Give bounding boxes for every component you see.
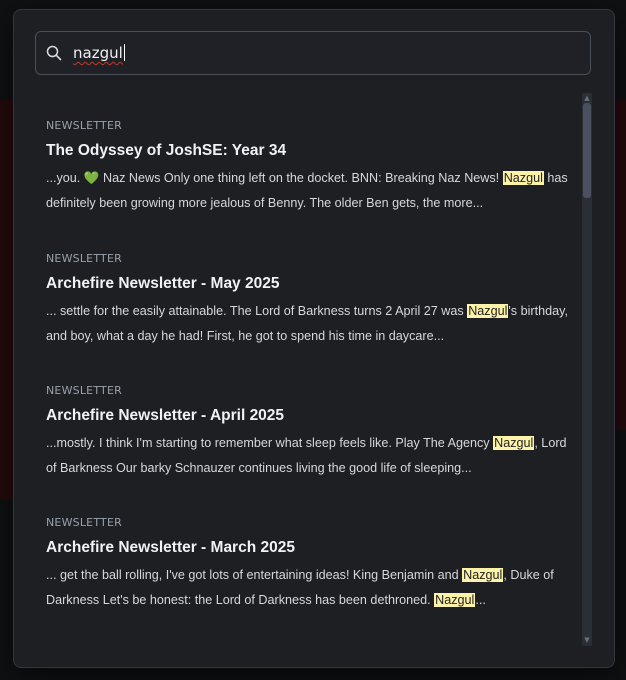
result-type-label: NEWSLETTER (46, 384, 122, 397)
search-box[interactable]: nazgul (35, 31, 591, 75)
scrollbar-thumb[interactable] (583, 103, 591, 198)
result-title[interactable]: The Odyssey of JoshSE: Year 34 (46, 142, 576, 160)
result-type-label: NEWSLETTER (46, 119, 122, 132)
result-snippet: ...mostly. I think I'm starting to remem… (46, 436, 567, 475)
search-result[interactable]: NEWSLETTER Archefire Newsletter - April … (46, 384, 576, 481)
scroll-up-arrow-icon[interactable]: ▲ (583, 94, 591, 102)
search-highlight: Nazgul (462, 568, 504, 582)
result-title[interactable]: Archefire Newsletter - May 2025 (46, 275, 576, 293)
result-title[interactable]: Archefire Newsletter - April 2025 (46, 407, 576, 425)
results-scrollbar[interactable]: ▲ ▼ (582, 93, 592, 646)
search-result[interactable]: NEWSLETTER Archefire Newsletter - March … (46, 516, 576, 613)
search-highlight: Nazgul (493, 436, 535, 450)
result-snippet: ... get the ball rolling, I've got lots … (46, 568, 554, 607)
result-snippet: ... settle for the easily attainable. Th… (46, 304, 568, 343)
result-snippet: ...you. 💚 Naz News Only one thing left o… (46, 171, 568, 210)
search-highlight: Nazgul (502, 171, 544, 185)
search-result[interactable]: NEWSLETTER Archefire Newsletter - May 20… (46, 252, 576, 349)
search-results-list: NEWSLETTER The Odyssey of JoshSE: Year 3… (14, 92, 582, 652)
search-highlight: Nazgul (467, 304, 509, 318)
result-title[interactable]: Archefire Newsletter - March 2025 (46, 539, 576, 557)
scroll-down-arrow-icon[interactable]: ▼ (583, 636, 591, 644)
result-type-label: NEWSLETTER (46, 252, 122, 265)
green-heart-icon: 💚 (83, 171, 100, 185)
search-highlight: Nazgul (434, 593, 476, 607)
search-modal: nazgul NEWSLETTER The Odyssey of JoshSE:… (13, 9, 615, 668)
text-caret (123, 44, 125, 61)
search-input[interactable]: nazgul (73, 44, 125, 62)
result-type-label: NEWSLETTER (46, 516, 122, 529)
search-result[interactable]: NEWSLETTER The Odyssey of JoshSE: Year 3… (46, 119, 576, 216)
search-icon (46, 45, 62, 61)
